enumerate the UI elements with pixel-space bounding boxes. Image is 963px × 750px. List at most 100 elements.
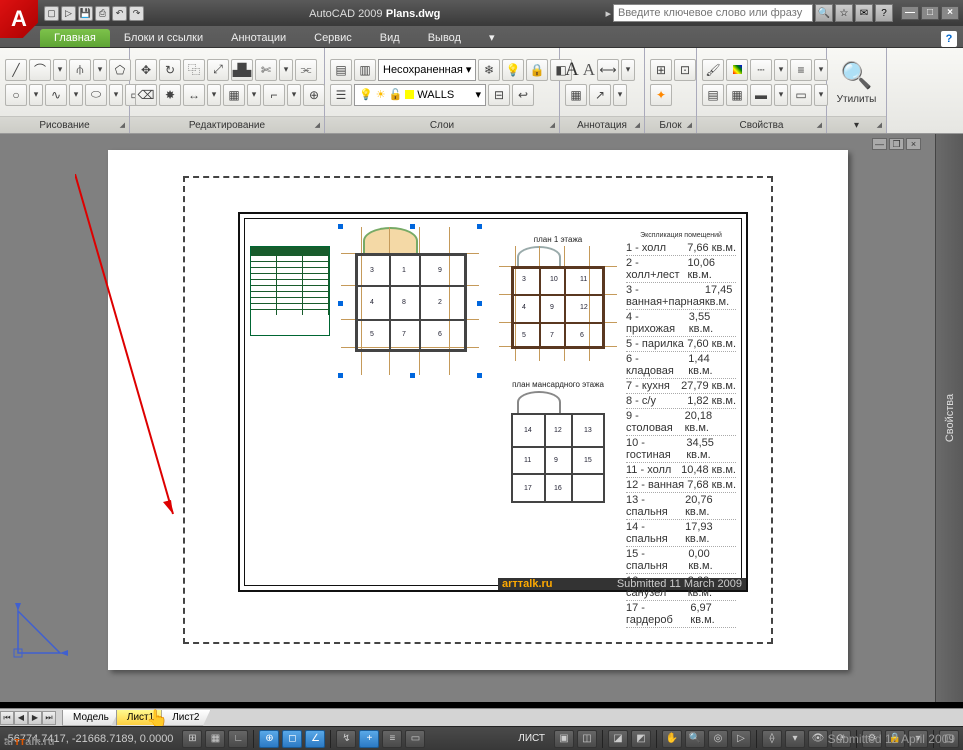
qat-new-icon[interactable]: ▢ — [44, 6, 59, 21]
minimize-button[interactable]: — — [901, 6, 919, 20]
layout-tab-model[interactable]: Модель — [62, 710, 120, 726]
insert-block-icon[interactable]: ⊞ — [650, 59, 672, 81]
layer-combo[interactable]: 💡☀🔓 WALLS▾ — [354, 84, 486, 106]
move-icon[interactable]: ✥ — [135, 59, 157, 81]
match-props-icon[interactable]: 🖌 — [702, 59, 724, 81]
doc-close-button[interactable]: × — [906, 138, 921, 150]
tab-last-icon[interactable]: ⏭ — [42, 711, 56, 725]
pan-icon[interactable]: ✋ — [662, 730, 682, 748]
doc-minimize-button[interactable]: — — [872, 138, 887, 150]
ellipse-icon[interactable]: ⬭ — [85, 84, 107, 106]
ortho-button[interactable]: ∟ — [228, 730, 248, 748]
tab-service[interactable]: Сервис — [300, 29, 366, 47]
rotate-icon[interactable]: ↻ — [159, 59, 181, 81]
polygon-icon[interactable]: ⬠ — [109, 59, 131, 81]
erase-icon[interactable]: ⌫ — [135, 84, 157, 106]
qat-print-icon[interactable]: ⎙ — [95, 6, 110, 21]
panel-util-drop[interactable]: ▾ — [827, 116, 886, 133]
drop-icon[interactable]: ▾ — [109, 84, 123, 106]
props-palette-icon[interactable]: ▤ — [702, 84, 724, 106]
drop-icon[interactable]: ▾ — [621, 59, 635, 81]
tab-first-icon[interactable]: ⏮ — [0, 711, 14, 725]
layer-lock-icon[interactable]: 🔒 — [526, 59, 548, 81]
qat-undo-icon[interactable]: ↶ — [112, 6, 127, 21]
lweight-combo[interactable]: ≡ — [790, 59, 812, 81]
lwt-button[interactable]: ≡ — [382, 730, 402, 748]
panel-props-title[interactable]: Свойства — [697, 116, 826, 133]
layout-tab-list2[interactable]: Лист2 — [161, 710, 210, 726]
close-button[interactable]: × — [941, 6, 959, 20]
zoom-icon[interactable]: 🔍 — [685, 730, 705, 748]
ltype-combo[interactable]: ┄ — [750, 59, 772, 81]
layer-off-icon[interactable]: 💡 — [502, 59, 524, 81]
dim-icon[interactable]: ⟷ — [597, 59, 619, 81]
trim-icon[interactable]: ✄ — [255, 59, 277, 81]
panel-anno-title[interactable]: Аннотация — [560, 116, 644, 133]
annovis-icon[interactable]: 👁 — [808, 730, 828, 748]
circle-icon[interactable]: ○ — [5, 84, 27, 106]
copy-icon[interactable]: ⿻ — [183, 59, 205, 81]
magnifier-icon[interactable]: 🔍 — [840, 60, 872, 91]
list-icon[interactable]: ▦ — [726, 84, 748, 106]
create-block-icon[interactable]: ⊡ — [674, 59, 696, 81]
panel-modify-title[interactable]: Редактирование — [130, 116, 324, 133]
ducs-button[interactable]: ↯ — [336, 730, 356, 748]
scale-icon[interactable]: ⤢ — [207, 59, 229, 81]
explode-icon[interactable]: ✸ — [159, 84, 181, 106]
floor-plan-1[interactable]: 3 1 9 4 8 2 5 7 6 — [340, 226, 480, 376]
qp-button[interactable]: ▭ — [405, 730, 425, 748]
table-icon[interactable]: ▦ — [565, 84, 587, 106]
dyn-button[interactable]: + — [359, 730, 379, 748]
tab-home[interactable]: Главная — [40, 29, 110, 47]
tab-output[interactable]: Вывод — [414, 29, 475, 47]
array-icon[interactable]: ▦ — [223, 84, 245, 106]
search-input[interactable] — [613, 4, 813, 22]
layer-states-icon[interactable]: ▥ — [354, 59, 376, 81]
bylayer-combo[interactable]: ▬ — [750, 84, 772, 106]
line-icon[interactable]: ╱ — [5, 59, 27, 81]
help-button[interactable]: ? — [875, 4, 893, 22]
layer-match-icon[interactable]: ⊟ — [488, 84, 510, 106]
space-mode[interactable]: ЛИСТ — [512, 733, 551, 744]
pline-icon[interactable]: ⫛ — [69, 59, 91, 81]
annoscale-drop[interactable]: ▾ — [785, 730, 805, 748]
plot-style-combo[interactable]: ▭ — [790, 84, 812, 106]
properties-palette-bar[interactable]: Свойства — [935, 134, 963, 702]
maximize-button[interactable]: □ — [921, 6, 939, 20]
doc-restore-button[interactable]: ❐ — [889, 138, 904, 150]
mtext-icon[interactable]: A — [583, 61, 595, 78]
drop-icon[interactable]: ▾ — [29, 84, 43, 106]
tab-prev-icon[interactable]: ◀ — [14, 711, 28, 725]
qat-open-icon[interactable]: ▷ — [61, 6, 76, 21]
layer-prev-icon[interactable]: ↩ — [512, 84, 534, 106]
comm-center-button[interactable]: ✉ — [855, 4, 873, 22]
layer-mgr-icon[interactable]: ☰ — [330, 84, 352, 106]
drop-icon[interactable]: ▾ — [613, 84, 627, 106]
qat-redo-icon[interactable]: ↷ — [129, 6, 144, 21]
text-a-icon[interactable]: A — [565, 60, 579, 79]
polar-button[interactable]: ⊕ — [259, 730, 279, 748]
edit-block-icon[interactable]: ✦ — [650, 84, 672, 106]
paper-space[interactable]: 3 1 9 4 8 2 5 7 6 — [108, 150, 848, 670]
drop-icon[interactable]: ▾ — [69, 84, 83, 106]
tab-more-icon[interactable]: ▾ — [475, 28, 509, 47]
arc-icon[interactable]: ⌒ — [29, 59, 51, 81]
panel-draw-title[interactable]: Рисование — [0, 116, 129, 133]
grid-button[interactable]: ▦ — [205, 730, 225, 748]
layer-freeze-icon[interactable]: ❄ — [478, 59, 500, 81]
panel-layers-title[interactable]: Слои — [325, 116, 559, 133]
quickview-lay-icon[interactable]: ◪ — [608, 730, 628, 748]
layout-quick-icon[interactable]: ▣ — [554, 730, 574, 748]
offset-icon[interactable]: ⫘ — [295, 59, 317, 81]
quickview-dwg-icon[interactable]: ◩ — [631, 730, 651, 748]
fillet-icon[interactable]: ⌐ — [263, 84, 285, 106]
drop-icon[interactable]: ▾ — [287, 84, 301, 106]
join-icon[interactable]: ⊕ — [303, 84, 325, 106]
mirror-icon[interactable]: ▟▙ — [231, 59, 253, 81]
leader-icon[interactable]: ↗ — [589, 84, 611, 106]
layout-tab-list1[interactable]: Лист1 — [116, 710, 165, 726]
stretch-icon[interactable]: ↔ — [183, 84, 205, 106]
layer-props-icon[interactable]: ▤ — [330, 59, 352, 81]
qat-save-icon[interactable]: 💾 — [78, 6, 93, 21]
tab-next-icon[interactable]: ▶ — [28, 711, 42, 725]
